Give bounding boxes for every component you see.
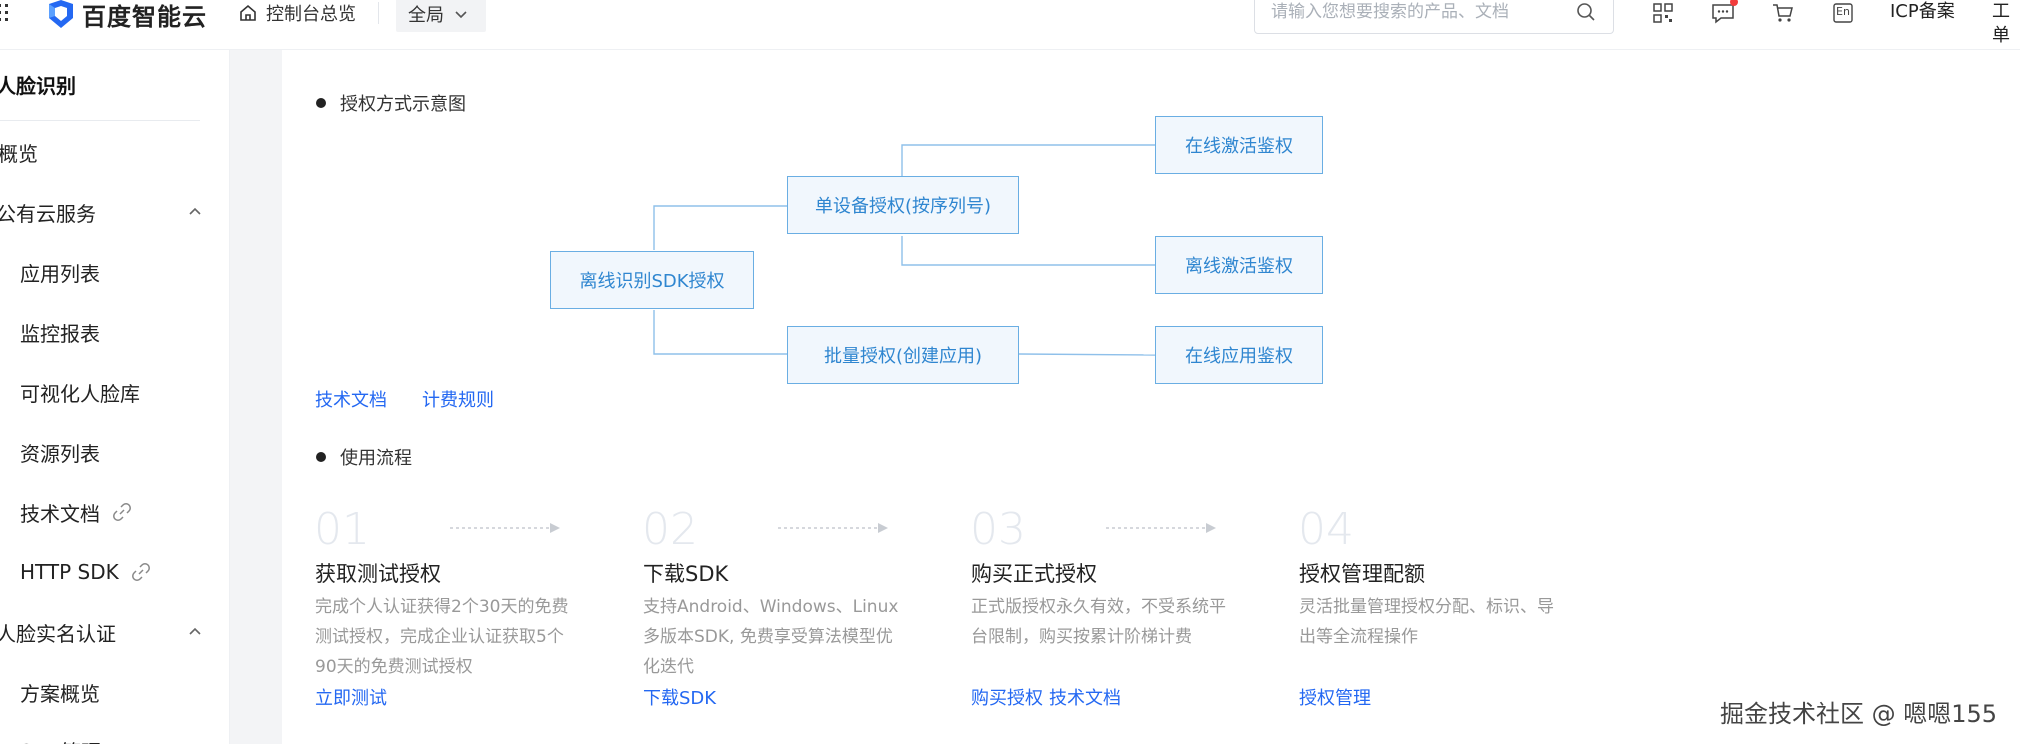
sidebar-item-label: 人脸实名认证 bbox=[0, 621, 116, 646]
step-arrow-icon bbox=[778, 523, 888, 533]
sidebar-item-sdk-management[interactable]: SDK管理 bbox=[20, 730, 229, 744]
region-selector[interactable]: 全局 bbox=[396, 0, 486, 32]
step-description: 支持Android、Windows、Linux多版本SDK, 免费享受算法模型优… bbox=[643, 597, 899, 677]
global-search-box[interactable] bbox=[1254, 0, 1614, 34]
diagram-node-online-app: 在线应用鉴权 bbox=[1155, 326, 1323, 384]
sidebar-item-overview[interactable]: 概览 bbox=[0, 132, 220, 172]
sidebar-item-label: 方案概览 bbox=[20, 681, 100, 706]
purchase-license-link[interactable]: 购买授权 bbox=[971, 684, 1043, 710]
step-description: 完成个人认证获得2个30天的免费测试授权，完成企业认证获取5个90天的免费测试授… bbox=[315, 597, 569, 677]
chevron-up-icon bbox=[189, 207, 201, 215]
sidebar-item-monitoring[interactable]: 监控报表 bbox=[20, 312, 229, 352]
external-link-icon bbox=[131, 563, 150, 581]
work-order-link[interactable]: 工单 bbox=[1992, 0, 2020, 48]
bullet-dot bbox=[316, 452, 326, 462]
watermark-text: 掘金技术社区 @ 嗯嗯155 bbox=[1720, 700, 1998, 728]
step-description: 灵活批量管理授权分配、标识、导出等全流程操作 bbox=[1299, 597, 1554, 647]
sidebar-item-label: 资源列表 bbox=[20, 441, 100, 466]
step-description: 正式版授权永久有效，不受系统平台限制，购买按累计阶梯计费 bbox=[971, 597, 1226, 647]
sidebar-item-label: 监控报表 bbox=[20, 321, 100, 346]
diagram-node-sdk-auth: 离线识别SDK授权 bbox=[550, 251, 754, 309]
logo-text: 百度智能云 bbox=[82, 2, 207, 31]
billing-rules-link[interactable]: 计费规则 bbox=[422, 386, 494, 412]
sidebar-item-http-sdk[interactable]: HTTP SDK bbox=[20, 552, 229, 592]
sidebar-item-label: SDK管理 bbox=[20, 736, 101, 744]
chevron-down-icon bbox=[455, 11, 467, 19]
sidebar-item-app-list[interactable]: 应用列表 bbox=[20, 252, 229, 292]
step-number: 02 bbox=[642, 504, 698, 555]
home-icon bbox=[240, 4, 256, 21]
sidebar-item-resources[interactable]: 资源列表 bbox=[20, 432, 229, 472]
language-badge: En bbox=[1836, 5, 1850, 18]
step-number: 03 bbox=[970, 504, 1026, 555]
auth-diagram-connectors bbox=[653, 144, 1156, 356]
step-title: 授权管理配额 bbox=[1299, 562, 1425, 586]
console-home-label: 控制台总览 bbox=[266, 4, 356, 25]
nav-divider bbox=[378, 2, 379, 24]
external-link-icon bbox=[113, 503, 131, 521]
chevron-up-icon bbox=[189, 627, 201, 635]
sidebar-title: 人脸识别 bbox=[0, 74, 76, 98]
baidu-cloud-logo-icon bbox=[49, 0, 73, 28]
cart-icon[interactable] bbox=[1770, 0, 1796, 26]
sidebar-item-tech-docs[interactable]: 技术文档 bbox=[20, 492, 229, 532]
qrcode-icon[interactable] bbox=[1650, 0, 1676, 26]
download-sdk-link[interactable]: 下载SDK bbox=[643, 684, 716, 710]
sidebar-item-label: 概览 bbox=[0, 141, 38, 166]
message-icon[interactable] bbox=[1710, 0, 1738, 26]
flow-section-heading: 使用流程 bbox=[316, 444, 412, 470]
notification-dot bbox=[1730, 0, 1738, 6]
license-management-link[interactable]: 授权管理 bbox=[1299, 684, 1371, 710]
step-arrow-icon bbox=[450, 523, 560, 533]
sidebar-item-label: 技术文档 bbox=[20, 501, 100, 526]
diagram-node-single-device: 单设备授权(按序列号) bbox=[787, 176, 1019, 234]
step-arrow-icon bbox=[1106, 523, 1216, 533]
main-content: 人脸识别离线SDK支持单设备授权与批量授权两种方式，开发者可根据业务规模选择合适… bbox=[282, 32, 2020, 744]
baidu-cloud-logo[interactable]: 百度智能云 bbox=[46, 0, 207, 31]
sidebar-group-real-name-auth[interactable]: 人脸实名认证 bbox=[0, 612, 218, 652]
sidebar-item-label: 应用列表 bbox=[20, 261, 100, 286]
product-sidebar: 人脸识别 概览 公有云服务 应用列表 监控报表 可视化人脸库 资源列表 技术文档… bbox=[0, 50, 230, 744]
diagram-node-batch: 批量授权(创建应用) bbox=[787, 326, 1019, 384]
tech-doc-link[interactable]: 技术文档 bbox=[315, 386, 387, 412]
step-number: 04 bbox=[1298, 504, 1354, 555]
diagram-node-online-activation: 在线激活鉴权 bbox=[1155, 116, 1323, 174]
sidebar-divider bbox=[0, 120, 200, 121]
sidebar-group-public-cloud[interactable]: 公有云服务 bbox=[0, 192, 218, 232]
step-title: 下载SDK bbox=[643, 562, 729, 586]
sidebar-gutter bbox=[230, 50, 282, 744]
icp-filing-link[interactable]: ICP备案 bbox=[1890, 0, 1955, 24]
sidebar-item-label: 公有云服务 bbox=[0, 201, 96, 226]
sidebar-item-solution-overview[interactable]: 方案概览 bbox=[20, 672, 229, 712]
region-label: 全局 bbox=[408, 5, 444, 26]
step-title: 获取测试授权 bbox=[315, 562, 441, 586]
console-home-link[interactable]: 控制台总览 bbox=[238, 0, 356, 26]
search-icon[interactable] bbox=[1575, 1, 1597, 23]
step-number: 01 bbox=[314, 504, 370, 555]
sidebar-item-label: 可视化人脸库 bbox=[20, 381, 140, 406]
top-navigation-bar: 百度智能云 控制台总览 全局 请输入您想要搜索的产品、文档 En ICP备案 工… bbox=[0, 0, 2020, 50]
step-title: 购买正式授权 bbox=[971, 562, 1097, 586]
search-input[interactable] bbox=[1271, 2, 1575, 22]
try-now-link[interactable]: 立即测试 bbox=[315, 684, 387, 710]
step-tech-doc-link[interactable]: 技术文档 bbox=[1049, 684, 1121, 710]
diagram-node-offline-activation: 离线激活鉴权 bbox=[1155, 236, 1323, 294]
sidebar-item-face-library[interactable]: 可视化人脸库 bbox=[20, 372, 229, 412]
sidebar-item-label: HTTP SDK bbox=[20, 560, 119, 584]
language-switch-icon[interactable]: En bbox=[1830, 0, 1856, 26]
app-grid-icon[interactable] bbox=[0, 2, 12, 26]
flow-section-title: 使用流程 bbox=[340, 448, 412, 469]
